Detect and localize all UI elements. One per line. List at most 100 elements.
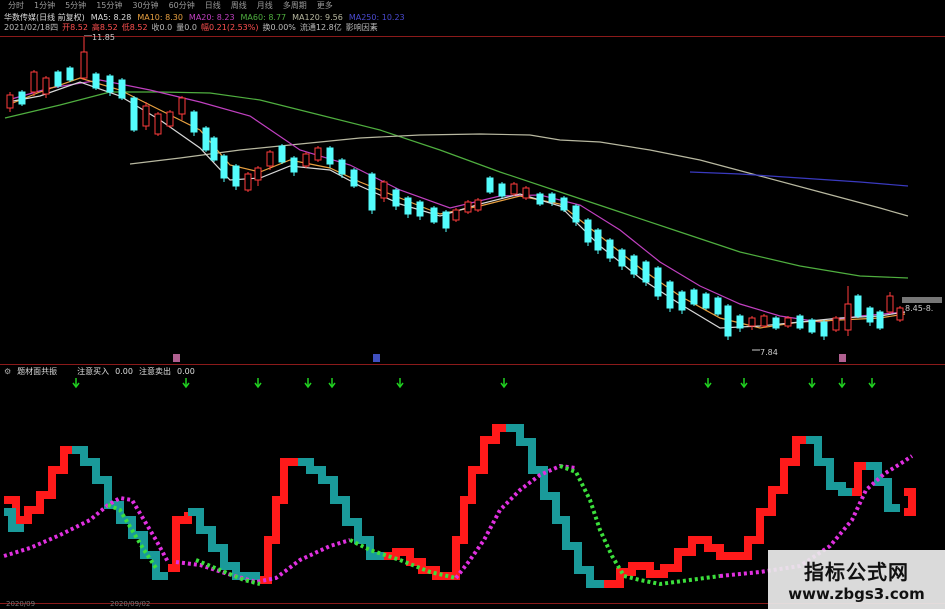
kline-chart-canvas[interactable]: [0, 0, 945, 609]
signal-marker: [173, 354, 180, 362]
top-divider: [0, 36, 945, 37]
candle-body: [572, 205, 580, 223]
candle-body: [6, 94, 14, 109]
candle-body: [536, 193, 544, 205]
buy-label: 注意买入: [77, 367, 110, 376]
indicator-red-line-8: [852, 462, 866, 496]
candle-body: [220, 155, 228, 179]
candle-body: [166, 111, 174, 127]
candle-body: [430, 207, 438, 223]
candle-body: [606, 239, 614, 259]
candle-body: [266, 151, 274, 167]
candle-body: [678, 291, 686, 311]
candle-body: [876, 311, 884, 329]
candle-body: [42, 77, 50, 95]
candle-body: [642, 261, 650, 283]
candle-body: [560, 197, 568, 211]
candle-body: [832, 317, 840, 331]
candle-body: [808, 319, 816, 333]
candle-body: [772, 317, 780, 329]
indicator-red-line-5: [448, 424, 506, 580]
candle-body: [714, 297, 722, 315]
candle-body: [748, 317, 756, 327]
candle-body: [326, 147, 334, 165]
candle-body: [548, 193, 556, 203]
site-watermark: 指标公式网 www.zbgs3.com: [768, 550, 945, 609]
candle-body: [702, 293, 710, 309]
low-price-label: 7.84: [760, 348, 778, 357]
indicator-header: ⚙ 题材面共振 注意买入 0.00 注意卖出 0.00: [4, 366, 195, 377]
candle-body: [254, 167, 262, 181]
candle-body: [630, 255, 638, 275]
candle-body: [66, 67, 74, 81]
candle-body: [854, 295, 862, 317]
candle-body: [866, 307, 874, 323]
indicator-name[interactable]: 题材面共振: [17, 366, 57, 377]
candle-body: [510, 183, 518, 195]
candle-body: [498, 183, 506, 197]
signal-marker: [373, 354, 380, 362]
right-price-label: 8.45-8.: [905, 304, 934, 313]
indicator-red-line-9: [904, 488, 916, 516]
candle-body: [522, 187, 530, 199]
candle-body: [210, 137, 218, 161]
candle-body: [92, 73, 100, 89]
right-price-marker: [902, 297, 942, 303]
indicator-teal-line-3: [298, 458, 384, 560]
indicator-teal-line-1: [72, 446, 168, 580]
indicator-red-line-7: [736, 436, 806, 560]
candle-body: [784, 317, 792, 327]
candle-body: [584, 219, 592, 243]
candle-body: [130, 97, 138, 131]
date-label-center: 2020/09/02: [110, 600, 151, 608]
indicator-teal-line-6: [866, 462, 900, 512]
candle-body: [594, 229, 602, 251]
candle-body: [474, 199, 482, 211]
candle-body: [736, 315, 744, 329]
high-price-label: 11.85: [92, 33, 115, 42]
candle-body: [392, 189, 400, 207]
candle-body: [724, 305, 732, 337]
buy-value: 0.00: [115, 367, 133, 376]
ma250-line: [689, 171, 909, 187]
indicator-red-line-3: [260, 458, 298, 584]
candle-body: [368, 173, 376, 211]
candle-body: [244, 173, 252, 191]
candle-body: [820, 321, 828, 337]
candle-body: [760, 315, 768, 327]
candle-body: [690, 289, 698, 305]
candle-body: [618, 249, 626, 267]
date-label-left: 2020/09: [6, 600, 36, 608]
candle-body: [314, 147, 322, 161]
candle-body: [106, 75, 114, 93]
candle-body: [442, 211, 450, 229]
candle-body: [190, 111, 198, 133]
indicator-teal-line-4: [506, 424, 604, 588]
watermark-url: www.zbgs3.com: [788, 585, 925, 603]
candle-body: [464, 201, 472, 213]
indicator-red-line-2: [168, 512, 192, 572]
indicator-green-dots-3: [349, 538, 457, 580]
candle-body: [338, 159, 346, 175]
indicator-teal-line-2: [188, 508, 260, 580]
indicator-teal-line-5: [806, 436, 852, 496]
candle-body: [350, 169, 358, 187]
candle-body: [666, 281, 674, 309]
candle-body: [896, 307, 904, 321]
candle-body: [452, 209, 460, 221]
candle-body: [154, 113, 162, 135]
candle-body: [404, 197, 412, 215]
candle-body: [654, 267, 662, 297]
candle-body: [290, 157, 298, 173]
candle-body: [178, 97, 186, 115]
signal-marker: [839, 354, 846, 362]
indicator-gear-icon[interactable]: ⚙: [4, 366, 11, 377]
candle-body: [142, 105, 150, 127]
candle-body: [202, 127, 210, 151]
candle-body: [54, 71, 62, 87]
candle-body: [302, 153, 310, 167]
candle-body: [278, 145, 286, 163]
ma60-line: [4, 91, 909, 279]
candle-body: [486, 177, 494, 193]
indicator-red-line-4: [384, 548, 448, 580]
